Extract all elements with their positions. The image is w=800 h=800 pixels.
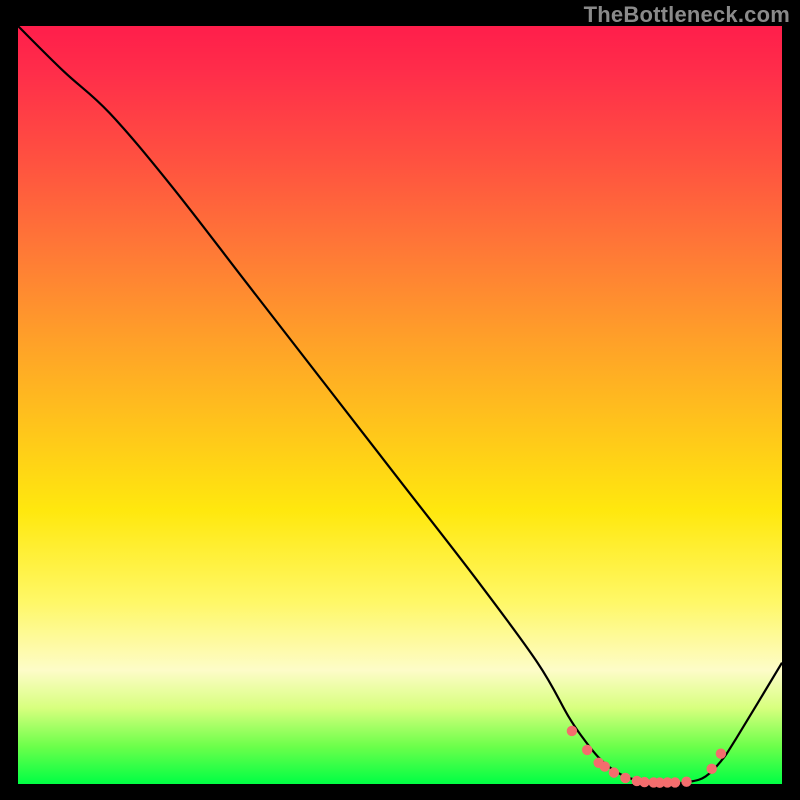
marker-dot: [670, 777, 680, 787]
marker-dot: [639, 777, 649, 787]
curve-line: [18, 26, 782, 783]
marker-dot: [567, 726, 577, 736]
marker-dot: [716, 748, 726, 758]
marker-dot: [681, 777, 691, 787]
marker-dot: [609, 767, 619, 777]
marker-dot: [600, 761, 610, 771]
chart-svg: [18, 26, 782, 784]
marker-dot: [707, 764, 717, 774]
marker-dot: [582, 745, 592, 755]
watermark-text: TheBottleneck.com: [584, 2, 790, 28]
plot-area: [18, 26, 782, 784]
marker-dot: [620, 773, 630, 783]
